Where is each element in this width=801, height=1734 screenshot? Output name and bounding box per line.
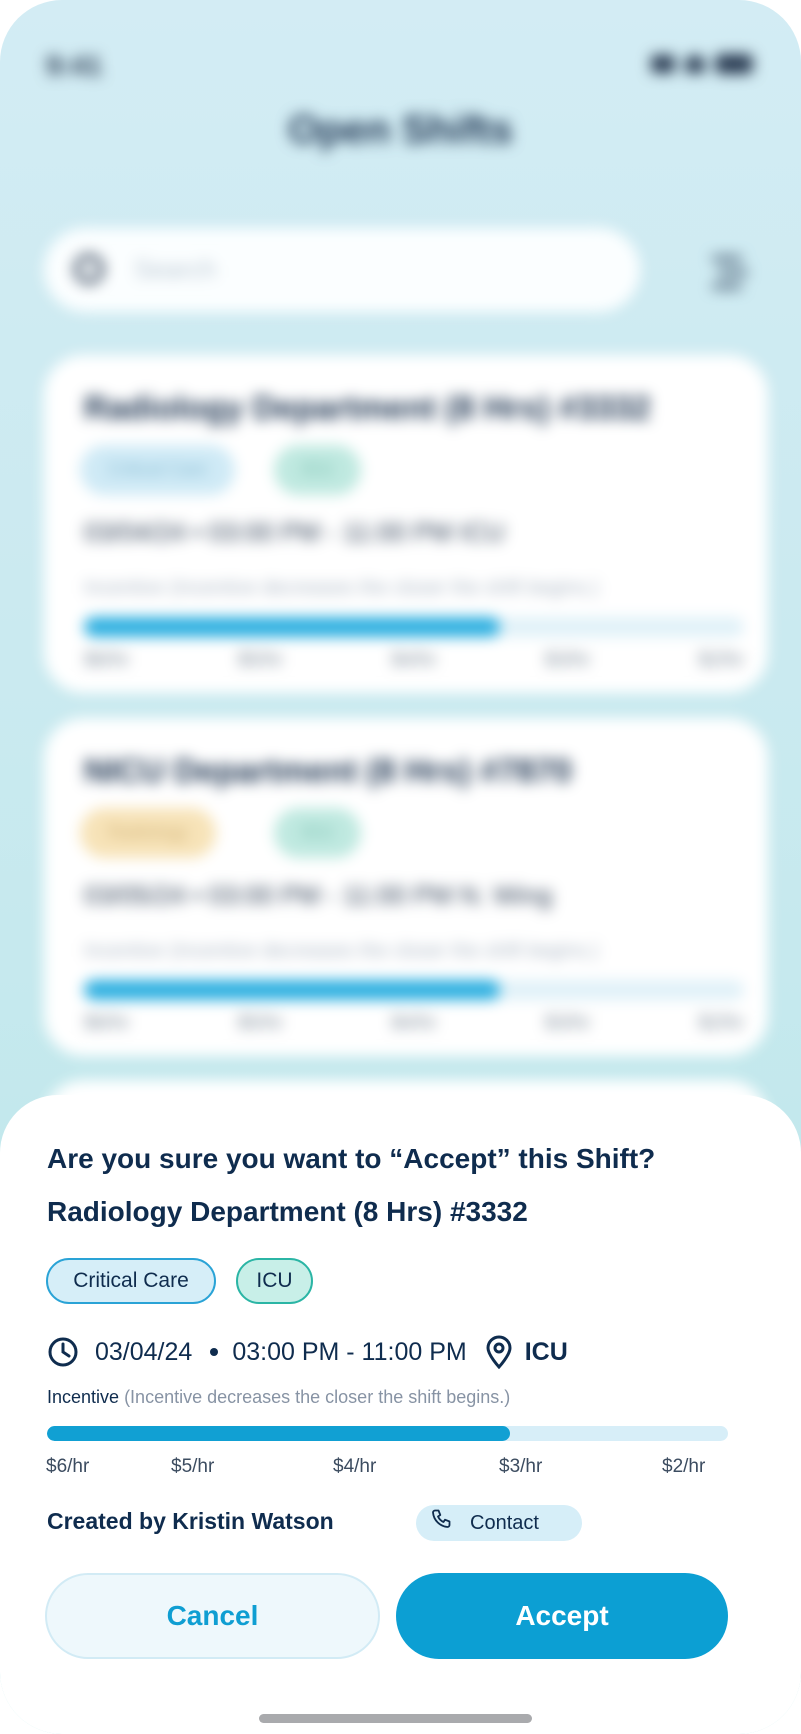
search-icon bbox=[74, 254, 104, 284]
shift-card-note: Incentive (Incentive decreases the close… bbox=[84, 940, 599, 962]
incentive-bar bbox=[84, 617, 744, 637]
battery-icon bbox=[715, 54, 753, 74]
shift-title: Radiology Department (8 Hrs) #3332 bbox=[47, 1196, 528, 1227]
shift-location: ICU bbox=[524, 1337, 568, 1366]
signal-icon bbox=[651, 55, 675, 73]
shift-card[interactable]: NICU Department (8 Hrs) #7870 Radiology … bbox=[44, 718, 768, 1056]
incentive-tick-label: $6/hr bbox=[46, 1456, 90, 1477]
confirm-question: Are you sure you want to “Accept” this S… bbox=[47, 1143, 656, 1174]
shift-card-note: Incentive (Incentive decreases the close… bbox=[84, 577, 599, 599]
chip-icu: ICU bbox=[274, 808, 361, 858]
incentive-note: (Incentive decreases the closer the shif… bbox=[124, 1387, 511, 1407]
incentive-tick-label: $4/hr bbox=[333, 1456, 377, 1477]
created-by: Created by Kristin Watson bbox=[47, 1508, 334, 1534]
shift-card-meta: 03/05/24 • 03:00 PM - 11:00 PM N. Wing bbox=[84, 880, 553, 910]
chip-critical-care: Critical Care bbox=[46, 1258, 216, 1304]
clock-icon bbox=[47, 1336, 79, 1368]
shift-time-range: 03:00 PM - 11:00 PM bbox=[232, 1337, 467, 1366]
phone-screen: 9:41 Open Shifts Search Radiology Depart… bbox=[0, 0, 801, 1734]
incentive-progress-fill bbox=[47, 1426, 511, 1441]
incentive-tick-label: $5/hr bbox=[171, 1456, 215, 1477]
separator-dot bbox=[210, 1348, 219, 1356]
status-time: 9:41 bbox=[46, 50, 103, 81]
location-pin-icon bbox=[485, 1335, 513, 1369]
search-bar[interactable]: Search bbox=[44, 228, 640, 312]
incentive-label: Incentive bbox=[47, 1387, 120, 1407]
shift-card-title: NICU Department (8 Hrs) #7870 bbox=[84, 752, 572, 789]
incentive-ticks: $6/hr $5/hr $4/hr $3/hr $2/hr bbox=[84, 649, 744, 671]
status-icons bbox=[651, 54, 753, 74]
filter-icon[interactable] bbox=[708, 250, 752, 294]
shift-card-title: Radiology Department (8 Hrs) #3332 bbox=[84, 389, 651, 426]
incentive-bar bbox=[84, 980, 744, 1000]
chip-icu: ICU bbox=[274, 445, 361, 495]
page-title: Open Shifts bbox=[288, 108, 513, 152]
incentive-label-row: Incentive (Incentive decreases the close… bbox=[47, 1387, 510, 1408]
shift-card-meta: 03/04/24 • 03:00 PM - 11:00 PM ICU bbox=[84, 517, 505, 547]
incentive-ticks: $6/hr $5/hr $4/hr $3/hr $2/hr bbox=[84, 1012, 744, 1034]
accept-button[interactable]: Accept bbox=[396, 1573, 728, 1659]
incentive-tick-label: $2/hr bbox=[662, 1456, 706, 1477]
wifi-icon bbox=[685, 55, 705, 73]
shift-date: 03/04/24 bbox=[95, 1337, 193, 1366]
shift-schedule-row: 03/04/24 03:00 PM - 11:00 PM ICU bbox=[47, 1333, 568, 1371]
shift-card[interactable]: Radiology Department (8 Hrs) #3332 Criti… bbox=[44, 355, 768, 693]
chip-radiology: Radiology bbox=[80, 808, 217, 858]
search-placeholder: Search bbox=[134, 254, 217, 284]
incentive-tick-label: $3/hr bbox=[499, 1456, 543, 1477]
contact-label: Contact bbox=[470, 1511, 539, 1534]
incentive-progress-bar bbox=[47, 1426, 728, 1441]
chip-icu: ICU bbox=[236, 1258, 313, 1304]
phone-icon bbox=[430, 1508, 470, 1538]
chip-critical-care: Critical Care bbox=[80, 445, 236, 495]
home-indicator bbox=[259, 1714, 532, 1723]
contact-button[interactable]: Contact bbox=[416, 1505, 582, 1541]
cancel-button[interactable]: Cancel bbox=[45, 1573, 380, 1659]
accept-shift-sheet: Are you sure you want to “Accept” this S… bbox=[0, 1095, 801, 1734]
